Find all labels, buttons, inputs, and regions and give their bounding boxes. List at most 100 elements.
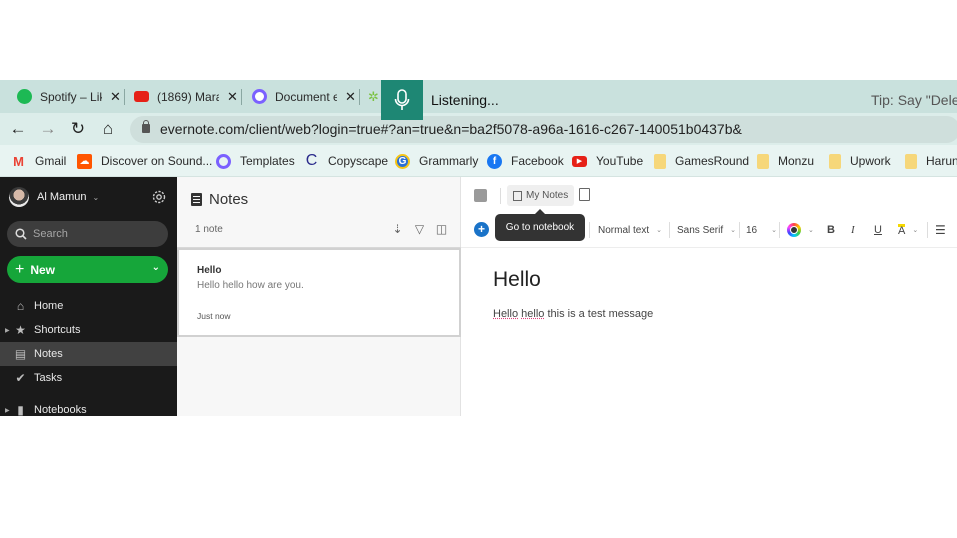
bookmark-gamesround[interactable]: GamesRound	[654, 145, 749, 177]
view-options-icon[interactable]: ◫	[435, 222, 448, 236]
divider	[669, 222, 670, 238]
expand-arrow-icon[interactable]: ▶	[5, 327, 10, 334]
expand-icon[interactable]	[474, 189, 487, 202]
search-icon	[15, 228, 27, 240]
home-icon: ⌂	[16, 299, 25, 313]
note-icon: ▤	[14, 347, 27, 361]
chevron-down-icon[interactable]: ⌄	[152, 262, 160, 273]
expand-arrow-icon[interactable]: ▶	[5, 407, 10, 414]
close-icon[interactable]: ✕	[110, 89, 121, 105]
note-card[interactable]: Hello Hello hello how are you. Just now	[177, 248, 461, 337]
bookmark-harun[interactable]: Harun	[905, 145, 957, 177]
address-bar[interactable]: evernote.com/client/web?login=true#?an=t…	[130, 116, 957, 143]
url-text[interactable]: evernote.com/client/web?login=true#?an=t…	[160, 116, 742, 143]
highlight-picker[interactable]: A ⌄	[898, 223, 918, 237]
folder-icon	[654, 153, 666, 169]
sidebar-item-home[interactable]: ⌂ Home	[0, 294, 177, 318]
bullet-list-button[interactable]: ☰	[935, 223, 946, 237]
tab-youtube[interactable]: (1869) Marathi ✕	[134, 80, 238, 113]
search-placeholder: Search	[33, 228, 68, 240]
home-button[interactable]: ⌂	[98, 119, 118, 139]
note-card-snippet: Hello hello how are you.	[197, 280, 304, 291]
reload-button[interactable]: ↻	[68, 119, 88, 139]
insert-button[interactable]: +	[474, 222, 489, 237]
grammarly-icon: G	[395, 153, 410, 169]
gear-icon[interactable]	[151, 189, 167, 205]
note-editor: My Notes Go to notebook + Normal text ⌄ …	[461, 177, 957, 416]
bookmark-templates[interactable]: Templates	[216, 145, 295, 177]
note-info-icon[interactable]	[579, 188, 590, 201]
chevron-down-icon: ⌄	[730, 227, 737, 234]
bookmark-label: Harun	[926, 154, 957, 168]
spelling-word: hello	[521, 308, 545, 320]
chevron-down-icon: ⌄	[771, 227, 777, 234]
bookmark-label: Facebook	[511, 154, 564, 168]
bookmark-upwork[interactable]: Upwork	[829, 145, 891, 177]
facebook-icon: f	[487, 153, 502, 169]
voice-typing-button[interactable]	[381, 80, 423, 120]
sort-icon[interactable]: ⇣	[391, 222, 404, 236]
notebook-icon	[513, 190, 522, 201]
divider	[927, 222, 928, 238]
note-list-header: Notes	[191, 191, 248, 208]
note-body[interactable]: Hello hello this is a test message	[493, 308, 653, 320]
filter-icon[interactable]: ▽	[413, 222, 426, 236]
close-icon[interactable]: ✕	[345, 89, 356, 105]
sidebar-item-tasks[interactable]: ✔ Tasks	[0, 366, 177, 390]
bookmark-label: Upwork	[850, 154, 891, 168]
bookmark-gmail[interactable]: M Gmail	[11, 145, 66, 177]
italic-button[interactable]: I	[851, 223, 855, 237]
search-input[interactable]: Search	[7, 221, 168, 247]
tab-document[interactable]: Document editor ✕	[252, 80, 356, 113]
gmail-icon: M	[13, 153, 24, 169]
new-label: New	[30, 262, 56, 277]
notebook-button[interactable]: My Notes	[507, 185, 575, 206]
back-button[interactable]: ←	[8, 119, 28, 139]
bookmark-facebook[interactable]: f Facebook	[487, 145, 564, 177]
text-style-value: Normal text	[598, 224, 650, 236]
note-card-time: Just now	[197, 311, 231, 321]
account-menu[interactable]: Al Mamun ⌄	[9, 187, 99, 207]
templates-icon	[216, 153, 231, 169]
plus-icon: +	[15, 260, 25, 278]
close-icon[interactable]: ✕	[227, 89, 238, 105]
tab-title: Document editor	[275, 89, 337, 104]
new-button[interactable]: + New ⌄	[7, 256, 168, 283]
bookmark-soundcloud[interactable]: ☁ Discover on Sound...	[77, 145, 212, 177]
voice-status: Listening...	[431, 92, 499, 108]
folder-icon	[757, 153, 769, 169]
sidebar-item-label: Shortcuts	[34, 324, 81, 336]
bookmark-monzu[interactable]: Monzu	[757, 145, 814, 177]
underline-button[interactable]: U	[874, 223, 882, 237]
notebook-icon: ▮	[17, 403, 24, 416]
sidebar-item-label: Notebooks	[34, 404, 87, 416]
bookmark-youtube[interactable]: ▶ YouTube	[572, 145, 643, 177]
sidebar-item-notebooks[interactable]: ▶ ▮ Notebooks	[0, 398, 177, 416]
folder-icon	[905, 153, 917, 169]
divider	[739, 222, 740, 238]
note-title[interactable]: Hello	[493, 268, 541, 292]
text-color-picker[interactable]: ⌄	[787, 223, 814, 237]
tab-spotify[interactable]: Spotify – Liked Songs ✕	[17, 80, 121, 113]
sidebar: Al Mamun ⌄ Search + New ⌄ ⌂ Home ▶ ★ Sho…	[0, 177, 177, 416]
font-size-value: 16	[746, 224, 758, 236]
tab-divider	[359, 89, 360, 105]
tab-title: (1869) Marathi	[157, 89, 219, 104]
font-family-dropdown[interactable]: Sans Serif ⌄	[677, 223, 736, 237]
color-wheel-icon	[787, 223, 801, 237]
divider	[500, 188, 501, 204]
sidebar-item-label: Notes	[34, 348, 63, 360]
bookmark-label: Monzu	[778, 154, 815, 168]
sidebar-item-shortcuts[interactable]: ▶ ★ Shortcuts	[0, 318, 177, 342]
microphone-icon	[394, 89, 410, 110]
font-size-dropdown[interactable]: 16 ⌄	[746, 223, 777, 237]
text-style-dropdown[interactable]: Normal text ⌄	[598, 223, 662, 237]
bold-button[interactable]: B	[827, 223, 835, 237]
lock-icon	[142, 120, 150, 133]
forward-button[interactable]: →	[38, 119, 58, 139]
bookmark-copyscape[interactable]: C Copyscape	[304, 145, 388, 177]
bookmark-grammarly[interactable]: G Grammarly	[395, 145, 478, 177]
chevron-down-icon: ⌄	[656, 227, 662, 234]
sidebar-item-notes[interactable]: ▤ Notes	[0, 342, 177, 366]
youtube-icon	[134, 91, 149, 102]
